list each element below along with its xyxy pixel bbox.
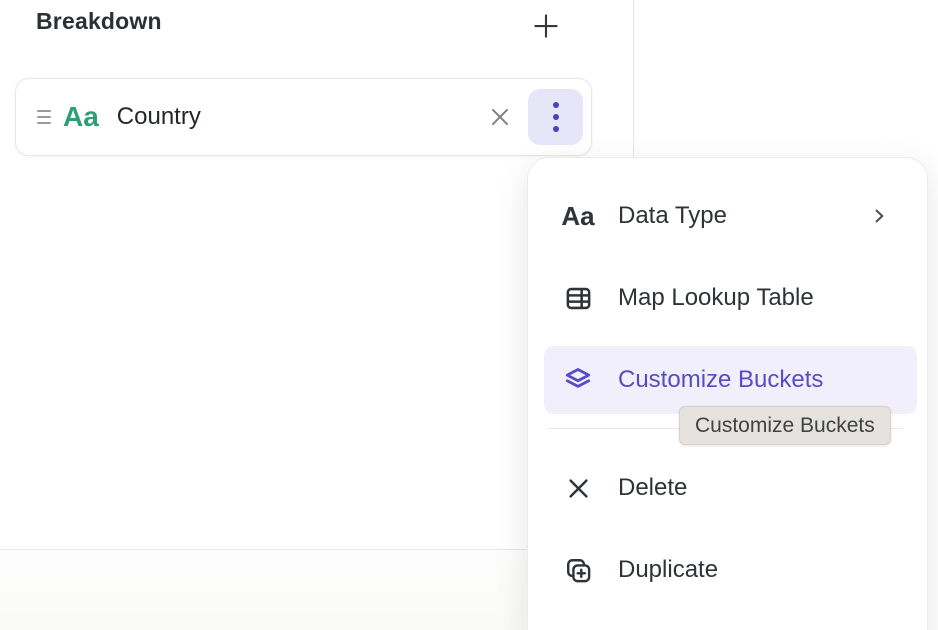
panel-divider	[633, 0, 634, 158]
chevron-right-icon	[869, 206, 889, 226]
field-label: Country	[117, 103, 201, 131]
x-icon	[562, 472, 594, 504]
page-title: Breakdown	[36, 8, 162, 35]
layers-icon	[562, 364, 594, 396]
menu-item-label: Delete	[618, 474, 917, 502]
customize-buckets-tooltip: Customize Buckets	[679, 406, 891, 445]
menu-item-duplicate[interactable]: Duplicate	[544, 536, 917, 604]
more-options-button[interactable]	[528, 89, 583, 145]
add-breakdown-button[interactable]	[528, 8, 564, 44]
menu-item-delete[interactable]: Delete	[544, 454, 917, 522]
drag-handle-icon[interactable]	[37, 110, 51, 124]
menu-item-label: Map Lookup Table	[618, 284, 917, 312]
menu-item-label: Data Type	[618, 202, 869, 230]
text-type-badge: Aa	[63, 103, 99, 131]
kebab-menu-icon	[553, 102, 559, 132]
close-icon	[487, 104, 513, 130]
panel-footer-area	[0, 550, 528, 630]
menu-item-customize-buckets[interactable]: Customize Buckets	[544, 346, 917, 414]
menu-item-map-lookup-table[interactable]: Map Lookup Table	[544, 264, 917, 332]
menu-item-label: Duplicate	[618, 556, 917, 584]
copy-plus-icon	[562, 554, 594, 586]
menu-item-data-type[interactable]: Aa Data Type	[544, 182, 917, 250]
field-options-menu: Aa Data Type Map Lookup Table	[527, 157, 928, 630]
table-icon	[562, 282, 594, 314]
plus-icon	[531, 11, 561, 41]
breakdown-field-card: Aa Country	[15, 78, 592, 156]
remove-field-button[interactable]	[486, 103, 514, 131]
aa-text-icon: Aa	[562, 200, 594, 232]
breakdown-panel: Breakdown Aa Country Aa	[0, 0, 938, 630]
menu-item-label: Customize Buckets	[618, 366, 917, 394]
